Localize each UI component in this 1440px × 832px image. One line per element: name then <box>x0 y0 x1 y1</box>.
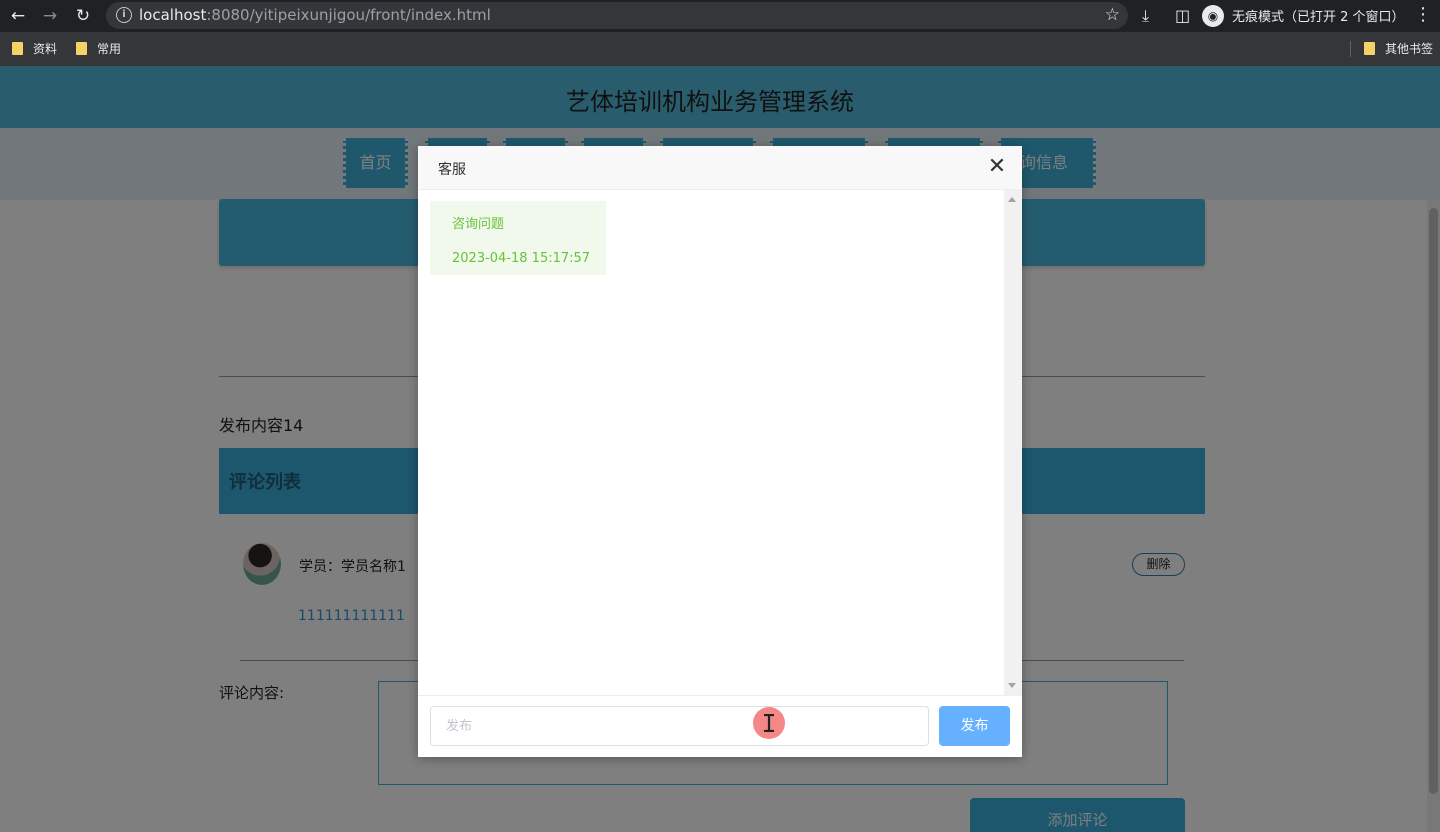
close-icon[interactable]: ✕ <box>987 156 1007 178</box>
mouse-cursor <box>753 707 785 739</box>
reload-icon[interactable]: ↻ <box>72 5 94 27</box>
download-icon[interactable]: ⤓ <box>1142 5 1149 27</box>
scroll-down-icon[interactable] <box>1008 683 1016 688</box>
bookmark-folder-ziliao[interactable]: 资料 <box>12 40 57 57</box>
message-input[interactable] <box>430 706 929 746</box>
bookmarks-bar: 资料 常用 其他书签 <box>0 32 1440 66</box>
site-info-icon[interactable]: i <box>116 7 132 23</box>
scroll-up-icon[interactable] <box>1008 197 1016 202</box>
dialog-footer: 发布 <box>418 695 1022 757</box>
chat-message: 咨询问题 2023-04-18 15:17:57 <box>430 201 606 275</box>
dialog-title: 客服 <box>438 162 466 178</box>
message-time: 2023-04-18 15:17:57 <box>452 251 591 266</box>
browser-menu-icon[interactable]: ⋮ <box>1414 4 1432 25</box>
forward-arrow-icon[interactable]: → <box>39 5 61 27</box>
address-bar[interactable]: i localhost:8080/yitipeixunjigou/front/i… <box>106 2 1128 29</box>
send-button[interactable]: 发布 <box>939 706 1010 746</box>
text-cursor-icon <box>764 714 774 732</box>
other-bookmarks[interactable]: 其他书签 <box>1364 40 1433 57</box>
bookmark-folder-changyong[interactable]: 常用 <box>76 40 121 57</box>
dialog-header: 客服 ✕ <box>418 146 1022 190</box>
folder-icon <box>1364 42 1375 55</box>
incognito-icon: ◉ <box>1202 4 1224 27</box>
folder-icon <box>76 42 87 55</box>
chat-messages: 咨询问题 2023-04-18 15:17:57 <box>418 190 1022 695</box>
bookmark-star-icon[interactable]: ☆ <box>1105 5 1120 25</box>
bookmarks-divider <box>1350 41 1351 57</box>
back-arrow-icon[interactable]: ← <box>7 5 29 27</box>
incognito-indicator[interactable]: ◉ 无痕模式（已打开 2 个窗口） <box>1202 3 1405 28</box>
browser-toolbar: ← → ↻ i localhost:8080/yitipeixunjigou/f… <box>0 0 1440 32</box>
url-text[interactable]: localhost:8080/yitipeixunjigou/front/ind… <box>139 6 491 24</box>
message-text: 咨询问题 <box>452 217 505 232</box>
folder-icon <box>12 42 23 55</box>
incognito-label: 无痕模式（已打开 2 个窗口） <box>1232 10 1405 25</box>
customer-service-dialog: 客服 ✕ 咨询问题 2023-04-18 15:17:57 发布 <box>418 146 1022 757</box>
chat-scrollbar[interactable] <box>1004 190 1022 695</box>
side-panel-icon[interactable]: ◫ <box>1175 5 1190 27</box>
